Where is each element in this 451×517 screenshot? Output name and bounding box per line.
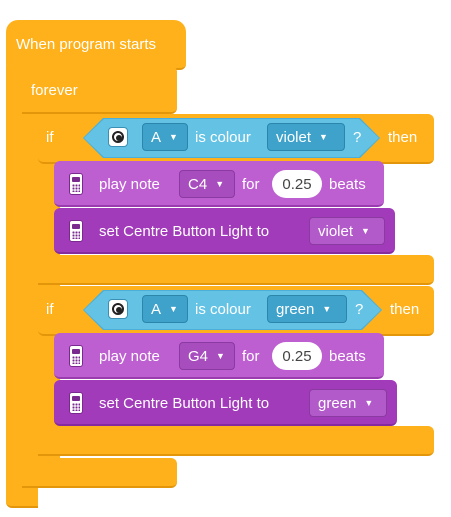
beats-label: beats [329, 176, 366, 193]
duration-input-1[interactable]: 0.25 [272, 170, 322, 198]
light-colour-dropdown-1[interactable]: violet ▼ [309, 217, 385, 245]
play-note-label: play note [99, 176, 160, 193]
chevron-down-icon: ▼ [322, 304, 332, 314]
note-value: C4 [188, 175, 208, 193]
play-note-label: play note [99, 348, 160, 365]
if-block-1-footer [38, 255, 434, 285]
hub-icon [69, 392, 83, 414]
chevron-down-icon: ▼ [319, 132, 328, 142]
chevron-down-icon: ▼ [364, 398, 374, 408]
question-mark: ? [355, 301, 364, 318]
port-dropdown-2[interactable]: A ▼ [142, 295, 188, 323]
chevron-down-icon: ▼ [216, 351, 225, 361]
then-label: then [390, 301, 420, 318]
colour-dropdown-2[interactable]: green ▼ [267, 295, 347, 323]
chevron-down-icon: ▼ [215, 179, 225, 189]
hub-icon [69, 173, 83, 195]
for-label: for [242, 348, 260, 365]
colour-value: green [276, 300, 315, 318]
light-colour-value: green [318, 394, 357, 412]
duration-input-2[interactable]: 0.25 [272, 342, 322, 370]
forever-block-footer [22, 458, 177, 488]
then-label: then [388, 129, 418, 146]
beats-label: beats [329, 348, 366, 365]
note-dropdown-2[interactable]: G4 ▼ [179, 342, 235, 370]
chevron-down-icon: ▼ [169, 304, 178, 314]
chevron-down-icon: ▼ [361, 226, 370, 236]
colour-sensor-icon [108, 127, 128, 147]
hub-icon [69, 220, 83, 242]
colour-dropdown-1[interactable]: violet ▼ [267, 123, 345, 151]
note-value: G4 [188, 347, 209, 365]
light-colour-value: violet [318, 222, 354, 240]
light-colour-dropdown-2[interactable]: green ▼ [309, 389, 387, 417]
colour-value: violet [276, 128, 312, 146]
colour-sensor-icon [108, 299, 128, 319]
if-block-2-footer [38, 426, 434, 456]
hub-icon [69, 345, 83, 367]
port-value: A [151, 128, 162, 146]
port-dropdown-1[interactable]: A ▼ [142, 123, 188, 151]
chevron-down-icon: ▼ [169, 132, 178, 142]
if-label: if [46, 129, 54, 146]
set-centre-light-label: set Centre Button Light to [99, 223, 270, 240]
forever-block-label: forever [31, 82, 78, 99]
hat-block-label: When program starts [16, 36, 157, 53]
is-colour-label: is colour [195, 301, 251, 318]
for-label: for [242, 176, 260, 193]
note-dropdown-1[interactable]: C4 ▼ [179, 170, 235, 198]
set-centre-light-label: set Centre Button Light to [99, 395, 270, 412]
forever-block-arm[interactable] [6, 66, 38, 508]
question-mark: ? [353, 129, 362, 146]
if-label: if [46, 301, 54, 318]
port-value: A [151, 300, 162, 318]
is-colour-label: is colour [195, 129, 251, 146]
